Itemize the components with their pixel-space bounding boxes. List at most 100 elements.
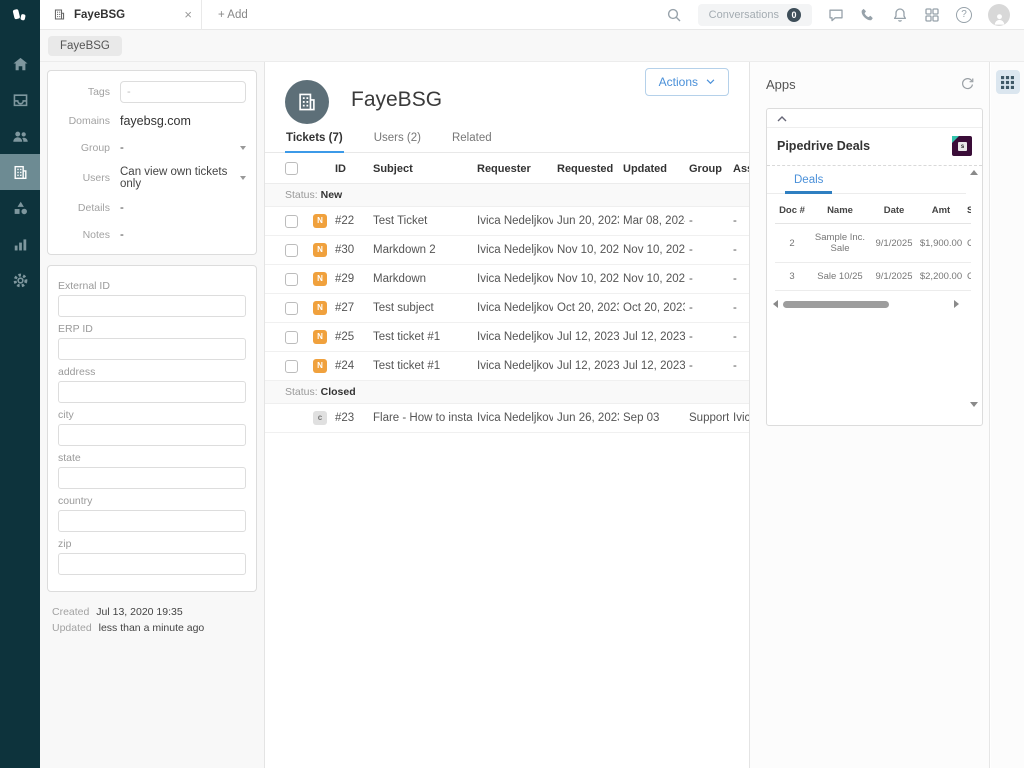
- conversations-button[interactable]: Conversations 0: [698, 4, 812, 26]
- tab-tickets[interactable]: Tickets (7): [285, 126, 344, 153]
- ticket-requested: Nov 10, 2023: [553, 265, 619, 294]
- field-input[interactable]: [58, 338, 246, 360]
- ticket-requester: Ivica Nedeljkovic: [473, 294, 553, 323]
- form-field-external-id: External ID: [58, 280, 246, 317]
- users-access-select[interactable]: Users Can view own tickets only: [58, 166, 246, 190]
- column-requester[interactable]: Requester: [473, 153, 553, 184]
- scroll-up-icon[interactable]: [970, 170, 978, 175]
- apps-sidebar-toggle[interactable]: [996, 70, 1020, 94]
- widget-horizontal-scrollbar[interactable]: [773, 300, 959, 308]
- add-tab-button[interactable]: + Add: [218, 9, 248, 21]
- scroll-left-icon[interactable]: [773, 300, 778, 308]
- breadcrumb[interactable]: FayeBSG: [48, 36, 122, 56]
- ticket-requester: Ivica Nedeljkovic: [473, 352, 553, 381]
- tab-related[interactable]: Related: [451, 126, 493, 152]
- updated-value: less than a minute ago: [99, 622, 205, 634]
- ticket-checkbox[interactable]: [285, 215, 298, 228]
- topbar-actions: Conversations 0 ?: [666, 4, 1024, 26]
- users-value: Can view own tickets only: [120, 166, 240, 190]
- open-tab-fayebsg[interactable]: FayeBSG ×: [40, 0, 202, 30]
- column-group[interactable]: Group: [685, 153, 729, 184]
- ticket-row[interactable]: N#27Test subjectIvica NedeljkovicOct 20,…: [265, 294, 750, 323]
- scrollbar-thumb[interactable]: [783, 301, 889, 308]
- field-input[interactable]: [58, 553, 246, 575]
- group-select[interactable]: Group -: [58, 139, 246, 157]
- field-input[interactable]: [58, 510, 246, 532]
- deal-row[interactable]: 2Sample Inc. Sale9/1/2025$1,900.00C: [775, 224, 971, 263]
- sidebar-item-reports[interactable]: [0, 226, 40, 262]
- column-subject[interactable]: Subject: [369, 153, 473, 184]
- group-label: Closed: [321, 386, 356, 398]
- field-input[interactable]: [58, 424, 246, 446]
- ticket-row[interactable]: N#29MarkdownIvica NedeljkovicNov 10, 202…: [265, 265, 750, 294]
- deal-row[interactable]: 3Sale 10/259/1/2025$2,200.00Cl: [775, 263, 971, 291]
- form-field-state: state: [58, 452, 246, 489]
- tab-deals[interactable]: Deals: [785, 171, 832, 194]
- ticket-id: #24: [331, 352, 369, 381]
- phone-icon[interactable]: [860, 7, 876, 23]
- pipedrive-app-glyph: s: [958, 142, 967, 151]
- sidebar-item-settings[interactable]: [0, 262, 40, 298]
- ticket-requested: Jul 12, 2023: [553, 323, 619, 352]
- column-requested[interactable]: Requested: [553, 153, 619, 184]
- users-label: Users: [58, 172, 110, 184]
- scroll-right-icon[interactable]: [954, 300, 959, 308]
- ticket-checkbox[interactable]: [285, 331, 298, 344]
- ticket-checkbox[interactable]: [285, 302, 298, 315]
- tags-input[interactable]: [120, 81, 246, 103]
- tab-users[interactable]: Users (2): [373, 126, 422, 152]
- field-label: city: [58, 409, 246, 421]
- widget-vertical-scrollbar[interactable]: [969, 170, 979, 407]
- select-all-checkbox[interactable]: [285, 162, 298, 175]
- deal-name: Sale 10/25: [809, 263, 871, 291]
- apps-grid-icon[interactable]: [924, 7, 940, 23]
- ticket-updated: Oct 20, 2023: [619, 294, 685, 323]
- state-badge-new: N: [313, 214, 327, 228]
- ticket-group: -: [685, 294, 729, 323]
- actions-button[interactable]: Actions: [645, 68, 729, 96]
- ticket-updated: Sep 03: [619, 404, 685, 433]
- domains-value: fayebsg.com: [120, 114, 246, 128]
- sidebar-item-overviews[interactable]: [0, 82, 40, 118]
- column-id[interactable]: ID: [331, 153, 369, 184]
- ticket-checkbox[interactable]: [285, 360, 298, 373]
- ticket-row[interactable]: c#23Flare - How to instal itIvica Nedelj…: [265, 404, 750, 433]
- ticket-state-cell: N: [303, 352, 331, 381]
- chat-icon[interactable]: [828, 7, 844, 23]
- sidebar-item-customers[interactable]: [0, 118, 40, 154]
- scroll-down-icon[interactable]: [970, 402, 978, 407]
- ticket-requester: Ivica Nedeljkovic: [473, 265, 553, 294]
- ticket-subject: Test subject: [369, 294, 473, 323]
- ticket-checkbox[interactable]: [285, 273, 298, 286]
- app-logo[interactable]: [0, 0, 40, 30]
- tab-close-icon[interactable]: ×: [184, 8, 192, 21]
- help-icon[interactable]: ?: [956, 7, 972, 23]
- sidebar-item-organizations[interactable]: [0, 154, 40, 190]
- ticket-updated: Jul 12, 2023: [619, 352, 685, 381]
- ticket-row[interactable]: N#22Test TicketIvica NedeljkovicJun 20, …: [265, 207, 750, 236]
- search-icon[interactable]: [666, 7, 682, 23]
- form-field-erp-id: ERP ID: [58, 323, 246, 360]
- ticket-subject: Test ticket #1: [369, 352, 473, 381]
- ticket-subject: Test ticket #1: [369, 323, 473, 352]
- ticket-checkbox[interactable]: [285, 244, 298, 257]
- deal-amount: $1,900.00: [917, 224, 965, 263]
- details-label: Details: [58, 202, 110, 214]
- ticket-row[interactable]: N#25Test ticket #1Ivica NedeljkovicJul 1…: [265, 323, 750, 352]
- ticket-row[interactable]: N#30Markdown 2Ivica NedeljkovicNov 10, 2…: [265, 236, 750, 265]
- field-input[interactable]: [58, 295, 246, 317]
- group-label-prefix: Status:: [285, 386, 321, 398]
- field-input[interactable]: [58, 381, 246, 403]
- chevron-down-icon: [706, 79, 715, 85]
- sidebar-item-home[interactable]: [0, 46, 40, 82]
- column-assigned[interactable]: Assigned: [729, 153, 750, 184]
- notifications-bell-icon[interactable]: [892, 7, 908, 23]
- widget-collapse-toggle[interactable]: [767, 109, 982, 128]
- user-avatar[interactable]: [988, 4, 1010, 26]
- ticket-group: -: [685, 352, 729, 381]
- field-input[interactable]: [58, 467, 246, 489]
- sidebar-item-objects[interactable]: [0, 190, 40, 226]
- refresh-icon[interactable]: [960, 77, 975, 92]
- ticket-row[interactable]: N#24Test ticket #1Ivica Nedeljkovic Jul 1…: [265, 352, 750, 381]
- column-updated[interactable]: Updated: [619, 153, 685, 184]
